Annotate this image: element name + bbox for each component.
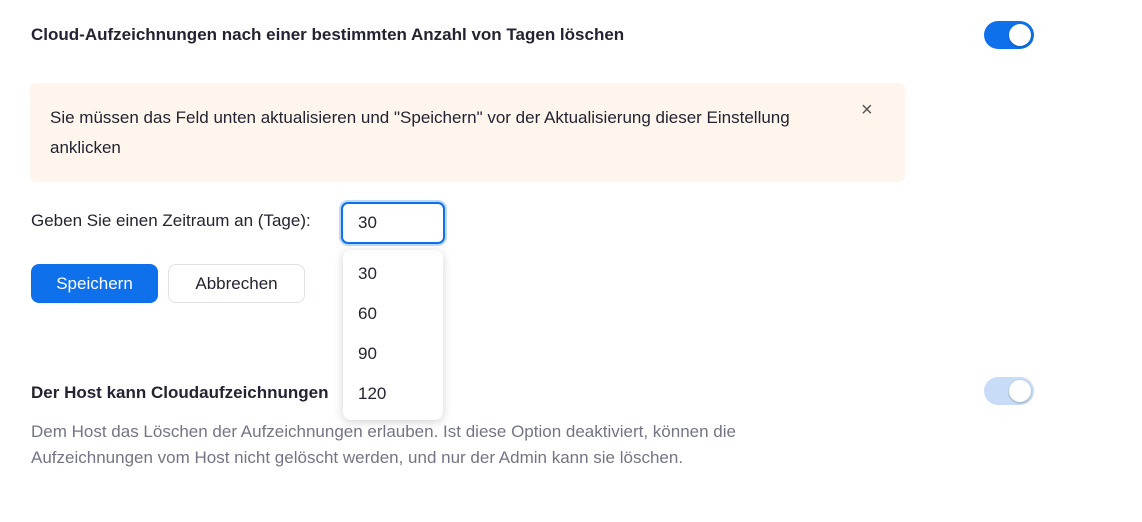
dropdown-option[interactable]: 30	[343, 254, 443, 294]
host-delete-toggle[interactable]	[984, 377, 1034, 405]
period-days-input[interactable]	[341, 202, 445, 244]
alert-message: Sie müssen das Feld unten aktualisieren …	[50, 108, 790, 157]
setting-title-delete-after-days: Cloud-Aufzeichnungen nach einer bestimmt…	[31, 25, 625, 44]
period-dropdown-menu: 30 60 90 120	[343, 250, 443, 420]
toggle-knob	[1009, 380, 1031, 402]
dropdown-option[interactable]: 120	[343, 374, 443, 414]
save-button[interactable]: Speichern	[31, 264, 158, 303]
setting-title-host-delete: Der Host kann Cloudaufzeichnungen	[31, 383, 329, 402]
dropdown-option[interactable]: 60	[343, 294, 443, 334]
toggle-knob	[1009, 24, 1031, 46]
dropdown-option[interactable]: 90	[343, 334, 443, 374]
period-label: Geben Sie einen Zeitraum an (Tage):	[31, 211, 311, 230]
warning-alert: Sie müssen das Feld unten aktualisieren …	[30, 83, 905, 182]
close-icon[interactable]: ×	[861, 100, 873, 120]
cancel-button[interactable]: Abbrechen	[168, 264, 305, 303]
setting-description-host-delete: Dem Host das Löschen der Aufzeichnungen …	[31, 422, 736, 467]
delete-after-days-toggle[interactable]	[984, 21, 1034, 49]
